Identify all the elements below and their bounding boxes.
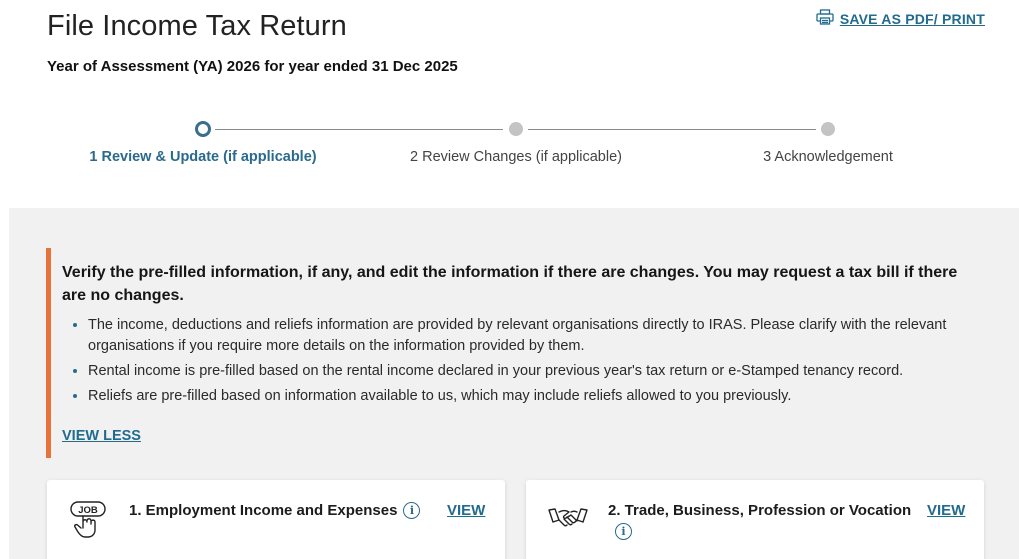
step-2-indicator [509,122,523,136]
employment-income-title-row: 1. Employment Income and Expenses i [129,502,421,519]
employment-income-card: JOB 1. Employment Income and Expenses i … [47,480,505,559]
step-connector-2-3 [528,129,816,130]
trade-business-title-row: 2. Trade, Business, Profession or Vocati… [608,502,911,519]
step-1-indicator [195,121,211,137]
trade-business-view-link[interactable]: VIEW [927,502,965,519]
trade-business-card: 2. Trade, Business, Profession or Vocati… [526,480,984,559]
info-icon[interactable]: i [403,502,421,519]
notice-item: The income, deductions and reliefs infor… [88,315,966,357]
job-hand-icon: JOB [69,500,107,540]
verify-prefilled-notice: Verify the pre-filled information, if an… [46,248,966,458]
save-as-pdf-print-label: SAVE AS PDF/ PRINT [839,10,985,27]
notice-item: Reliefs are pre-filled based on informat… [88,386,966,407]
info-icon[interactable]: i [615,523,632,540]
step-3-indicator [821,122,835,136]
notice-list: The income, deductions and reliefs infor… [62,315,966,407]
notice-heading: Verify the pre-filled information, if an… [62,264,958,304]
main-content-area: Verify the pre-filled information, if an… [9,208,1019,559]
employment-income-view-link[interactable]: VIEW [447,502,485,519]
year-of-assessment-subtitle: Year of Assessment (YA) 2026 for year en… [47,58,458,75]
view-less-link[interactable]: VIEW LESS [62,428,141,444]
progress-stepper: 1 Review & Update (if applicable) 2 Revi… [0,118,1019,178]
page: File Income Tax Return Year of Assessmen… [0,0,1019,559]
printer-icon [816,9,834,28]
step-2-label: 2 Review Changes (if applicable) [410,149,622,165]
step-connector-1-2 [215,129,503,130]
step-1-label: 1 Review & Update (if applicable) [89,149,317,165]
page-title: File Income Tax Return [47,10,347,42]
handshake-icon [548,504,588,544]
trade-business-title: 2. Trade, Business, Profession or Vocati… [608,502,912,519]
svg-text:JOB: JOB [78,505,98,516]
notice-item: Rental income is pre-filled based on the… [88,361,966,382]
step-3-label: 3 Acknowledgement [763,149,893,165]
employment-income-title: 1. Employment Income and Expenses [129,502,398,519]
save-as-pdf-print-link[interactable]: SAVE AS PDF/ PRINT [816,9,985,28]
